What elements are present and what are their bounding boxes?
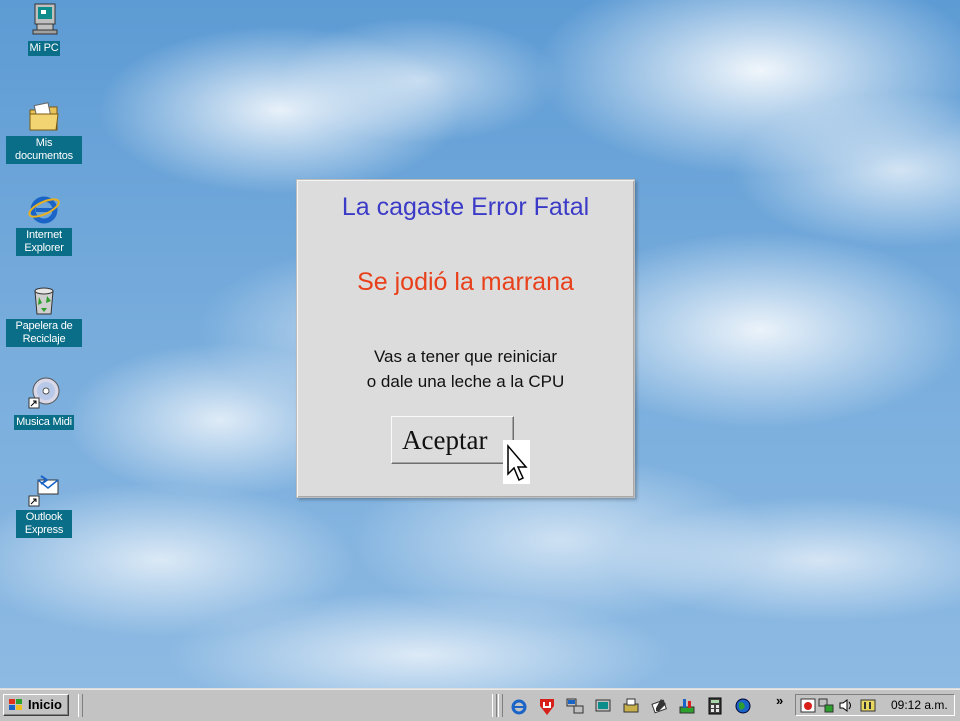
tools-icon[interactable]	[678, 697, 696, 715]
desktop-icon-papelera[interactable]: Papelera de Reciclaje	[4, 283, 84, 347]
start-button[interactable]: Inicio	[3, 694, 69, 716]
icon-label: Musica Midi	[14, 415, 74, 430]
calculator-icon[interactable]	[706, 697, 724, 715]
taskbar-divider	[498, 694, 503, 717]
outlook-express-icon	[27, 474, 61, 508]
icon-label: Mi PC	[27, 41, 61, 56]
dialog-subtitle: Se jodió la marrana	[357, 268, 574, 296]
taskbar-divider	[492, 694, 497, 717]
desktop-icon-mis-documentos[interactable]: Mis documentos	[4, 100, 84, 164]
network-icon[interactable]	[566, 697, 584, 715]
clock[interactable]: 09:12 a.m.	[891, 695, 948, 715]
desktop-icon-mi-pc[interactable]: Mi PC	[4, 2, 84, 56]
mouse-cursor-icon	[503, 440, 530, 484]
icon-label: Papelera de Reciclaje	[6, 319, 82, 347]
antivirus-icon[interactable]	[538, 697, 556, 715]
desktop-icon-outlook-express[interactable]: Outlook Express	[4, 474, 84, 538]
taskbar-divider	[78, 694, 83, 717]
desktop-icon-musica-midi[interactable]: Musica Midi	[4, 376, 84, 430]
quick-launch-overflow-button[interactable]: »	[776, 693, 783, 708]
error-dialog: La cagaste Error Fatal Se jodió la marra…	[296, 179, 635, 498]
aceptar-button[interactable]: Aceptar	[391, 416, 514, 464]
dialog-message: Vas a tener que reiniciar o dale una lec…	[297, 344, 634, 394]
dialog-message-line-2: o dale una leche a la CPU	[366, 372, 565, 391]
tray-program-icon[interactable]	[800, 698, 816, 713]
cd-audio-icon	[27, 376, 61, 410]
volume-icon[interactable]	[838, 698, 854, 713]
pen-icon[interactable]	[650, 697, 668, 715]
internet-explorer-icon[interactable]	[510, 697, 528, 715]
recycle-bin-icon	[27, 283, 61, 317]
start-label: Inicio	[28, 697, 62, 712]
desktop-icon-internet-explorer[interactable]: Internet Explorer	[4, 192, 84, 256]
icon-label: Outlook Express	[16, 510, 72, 538]
windows-logo-icon	[9, 699, 22, 710]
icon-label: Internet Explorer	[16, 228, 72, 256]
internet-explorer-icon	[27, 192, 61, 226]
globe-icon[interactable]	[734, 697, 752, 715]
taskbar: Inicio » 09:12 a.m.	[0, 689, 960, 721]
dialog-message-line-1: Vas a tener que reiniciar	[373, 347, 557, 366]
printer-icon[interactable]	[622, 697, 640, 715]
dialog-title: La cagaste Error Fatal	[341, 193, 590, 221]
my-computer-icon	[27, 2, 61, 36]
system-tray: 09:12 a.m.	[795, 694, 955, 716]
tray-app-icon[interactable]	[860, 698, 876, 713]
tray-network-icon[interactable]	[818, 698, 834, 713]
icon-label: Mis documentos	[6, 136, 82, 164]
display-icon[interactable]	[594, 697, 612, 715]
my-documents-icon	[27, 100, 61, 134]
